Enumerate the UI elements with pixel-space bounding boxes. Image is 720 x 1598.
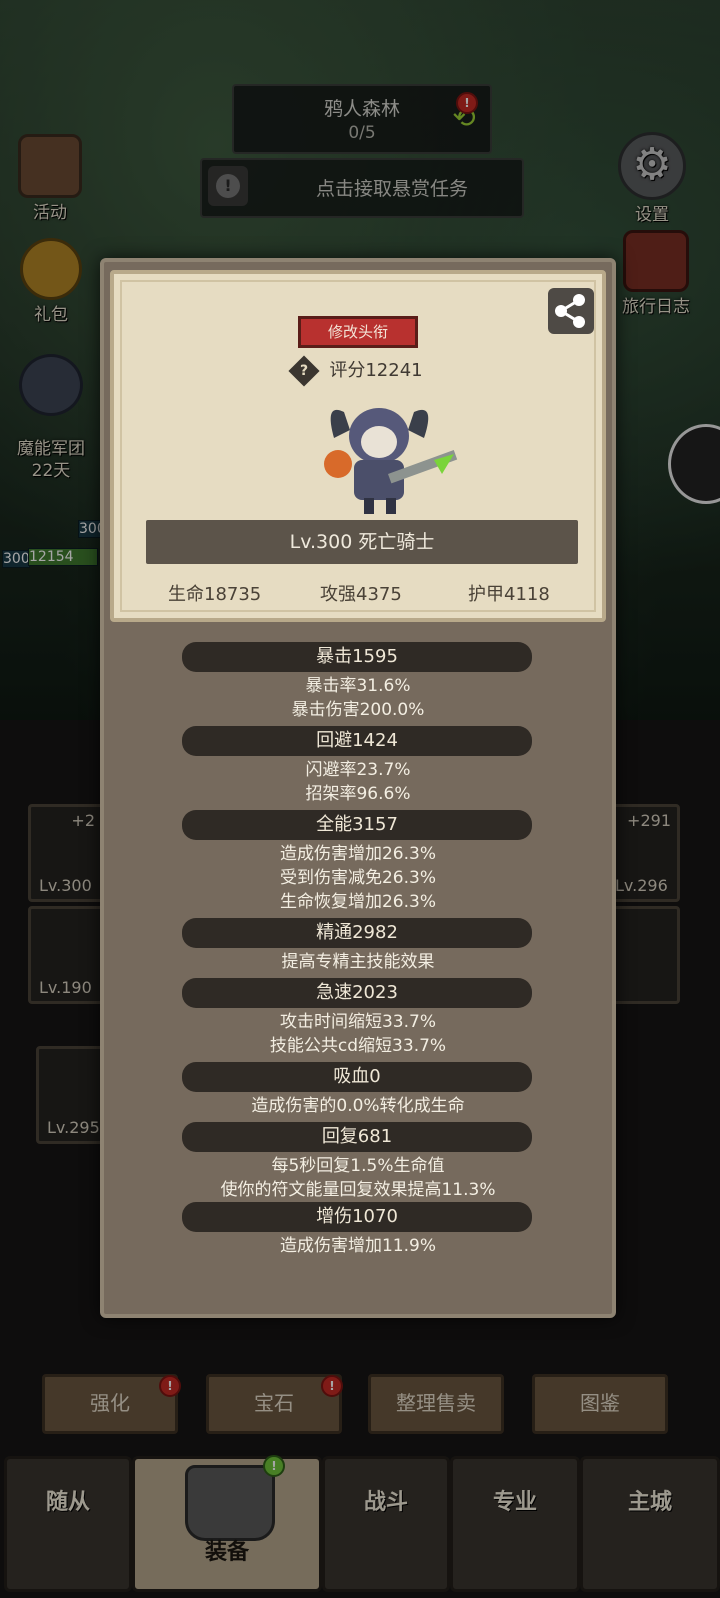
- stat-head-haste: 急速2023: [182, 978, 532, 1008]
- gem-button[interactable]: 宝石 !: [206, 1374, 343, 1434]
- tab-label: 专业: [492, 1490, 537, 1515]
- tab-profession[interactable]: 专业: [450, 1456, 580, 1592]
- slot-plus: +291: [627, 811, 671, 830]
- stat-line: 造成伤害的0.0%转化成生命: [251, 1096, 465, 1116]
- stat-line: 提高专精主技能效果: [281, 952, 435, 972]
- character-stats-modal: 修改头衔 ? 评分12241 Lv.300 死亡骑士 生命18735 攻强437…: [100, 258, 616, 1318]
- share-button[interactable]: [548, 288, 594, 334]
- stat-head-crit: 暴击1595: [182, 642, 532, 672]
- gear-icon: ⚙: [618, 132, 686, 200]
- armor-stat: 护甲4118: [468, 584, 550, 605]
- score-row: ? 评分12241: [114, 355, 602, 387]
- tab-battle[interactable]: 战斗: [322, 1456, 450, 1592]
- coin-bag-icon: [20, 238, 82, 300]
- journal-icon: [623, 230, 689, 292]
- bounty-panel[interactable]: ! 点击接取悬赏任务: [200, 158, 524, 218]
- side-item-events[interactable]: 活动: [10, 134, 90, 223]
- bounty-info-button[interactable]: !: [208, 166, 248, 206]
- hp-stat: 生命18735: [168, 584, 262, 605]
- stat-line: 使你的符文能量回复效果提高11.3%: [220, 1180, 496, 1200]
- stat-line: 每5秒回复1.5%生命值: [271, 1156, 445, 1176]
- gem-alert-badge: !: [321, 1375, 343, 1397]
- enhance-alert-badge: !: [159, 1375, 181, 1397]
- tab-label: 装备: [204, 1540, 249, 1565]
- character-card: 修改头衔 ? 评分12241 Lv.300 死亡骑士 生命18735 攻强437…: [110, 270, 606, 622]
- stat-line: 生命恢复增加26.3%: [279, 892, 436, 912]
- slot-level: Lv.295: [47, 1118, 100, 1137]
- stat-line: 招架率96.6%: [305, 784, 411, 804]
- scroll-icon: [18, 134, 82, 198]
- stat-line: 受到伤害减免26.3%: [279, 868, 436, 888]
- slot-level: Lv.300: [39, 876, 92, 895]
- gem-label: 宝石: [254, 1391, 294, 1415]
- stat-head-regen: 回复681: [182, 1122, 532, 1152]
- zone-panel[interactable]: 鸦人森林 0/5 ⟲ !: [232, 84, 492, 154]
- side-item-settings[interactable]: ⚙ 设置: [612, 132, 692, 225]
- stat-line: 造成伤害增加26.3%: [279, 844, 436, 864]
- side-item-label: 设置: [635, 205, 669, 225]
- tab-followers[interactable]: 随从: [4, 1456, 132, 1592]
- stat-head-damage-bonus: 增伤1070: [182, 1202, 532, 1232]
- bounty-label: 点击接取悬赏任务: [315, 178, 468, 200]
- slot-level: Lv.296: [615, 876, 668, 895]
- hp-value: 12154: [28, 548, 98, 566]
- tab-label: 战斗: [363, 1490, 408, 1515]
- level-tag: 300: [2, 550, 30, 568]
- help-icon[interactable]: ?: [288, 355, 320, 387]
- slot-level: Lv.190: [39, 978, 92, 997]
- stat-head-versatility: 全能3157: [182, 810, 532, 840]
- sort-sell-button[interactable]: 整理售卖: [368, 1374, 504, 1434]
- stat-line: 造成伤害增加11.9%: [279, 1236, 436, 1256]
- rename-title-button[interactable]: 修改头衔: [298, 316, 418, 348]
- codex-button[interactable]: 图鉴: [532, 1374, 668, 1434]
- slot-plus: +2: [71, 811, 95, 830]
- side-item-label: 礼包: [34, 305, 68, 325]
- side-item-gift[interactable]: 礼包: [14, 238, 88, 325]
- stat-line: 暴击伤害200.0%: [291, 700, 425, 720]
- side-item-label: 魔能军团 22天: [17, 439, 85, 481]
- side-item-journal[interactable]: 旅行日志: [606, 230, 706, 317]
- stat-line: 攻击时间缩短33.7%: [279, 1012, 436, 1032]
- stat-line: 闪避率23.7%: [305, 760, 411, 780]
- death-knight-avatar: [324, 408, 458, 514]
- zone-alert-badge: !: [456, 92, 478, 114]
- tab-label: 主城: [627, 1490, 672, 1515]
- enhance-button[interactable]: 强化 !: [42, 1374, 181, 1434]
- sort-sell-label: 整理售卖: [396, 1391, 476, 1415]
- equipment-alert-badge: !: [263, 1455, 285, 1477]
- tab-city[interactable]: 主城: [580, 1456, 720, 1592]
- legion-icon: [19, 354, 83, 416]
- stat-head-dodge: 回避1424: [182, 726, 532, 756]
- stat-head-mastery: 精通2982: [182, 918, 532, 948]
- attack-stat: 攻强4375: [320, 584, 402, 605]
- tab-label: 随从: [45, 1490, 90, 1515]
- side-item-label: 旅行日志: [622, 297, 690, 317]
- hero-portrait: [304, 394, 464, 520]
- codex-label: 图鉴: [580, 1391, 620, 1415]
- info-icon: !: [216, 174, 240, 198]
- side-item-label: 活动: [33, 203, 67, 223]
- stat-line: 技能公共cd缩短33.7%: [269, 1036, 447, 1056]
- equip-slot[interactable]: Lv.190: [28, 906, 104, 1004]
- stat-line: 暴击率31.6%: [305, 676, 411, 696]
- equip-slot[interactable]: +2 Lv.300: [28, 804, 104, 902]
- main-stats: 生命18735 攻强4375 护甲4118: [114, 574, 602, 608]
- character-title: Lv.300 死亡骑士: [146, 520, 578, 564]
- score-label: 评分12241: [329, 360, 423, 381]
- enhance-label: 强化: [90, 1391, 130, 1415]
- side-item-legion[interactable]: 魔能军团 22天: [10, 332, 92, 504]
- share-icon: [555, 294, 585, 328]
- stat-head-lifesteal: 吸血0: [182, 1062, 532, 1092]
- equip-slot[interactable]: Lv.295: [36, 1046, 108, 1144]
- tab-equipment[interactable]: 装备 !: [132, 1455, 322, 1592]
